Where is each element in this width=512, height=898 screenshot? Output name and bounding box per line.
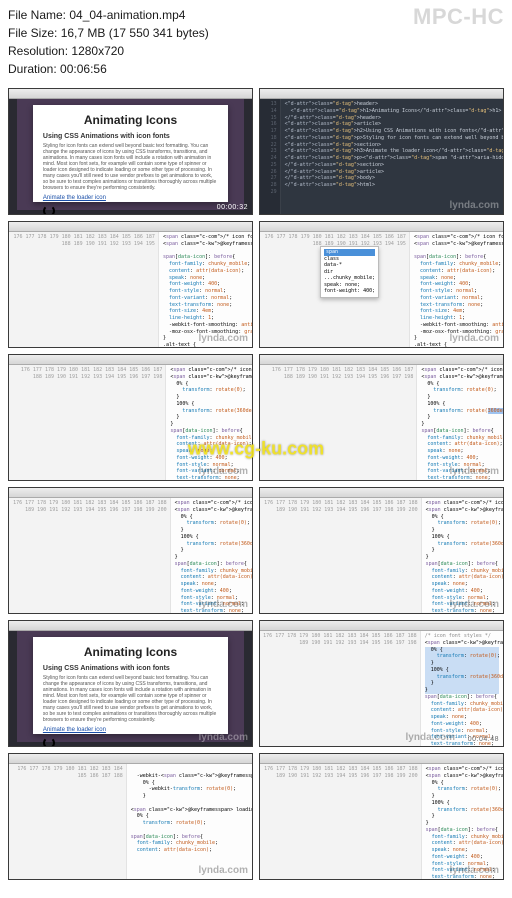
thumb-12[interactable]: 176 177 178 179 180 181 182 183 184 185 … [259,753,504,880]
window-chrome [9,754,252,764]
thumb-3[interactable]: 176 177 178 179 180 181 182 183 184 185 … [8,221,253,348]
brand-watermark: lynda.com [450,200,499,211]
gutter: 176 177 178 179 180 181 182 183 184 185 … [260,764,422,879]
code-editor: 176 177 178 179 180 181 182 183 184 185 … [260,365,503,480]
code-editor: 13 14 15 16 17 18 22 23 24 25 26 27 28 2… [260,99,503,214]
doc-body: Styling for icon fonts can extend well b… [43,675,218,723]
thumb-9[interactable]: Animating Icons Using CSS Animations wit… [8,620,253,747]
brand-watermark: lynda.com [450,599,499,610]
thumb-8[interactable]: 176 177 178 179 180 181 182 183 184 185 … [259,487,504,614]
brand-watermark: lynda.com [406,732,455,743]
code-editor: 176 177 178 179 180 181 182 183 184 185 … [260,764,503,879]
thumb-1[interactable]: Animating Icons Using CSS Animations wit… [8,88,253,215]
timecode: 00:00:32 [217,204,248,211]
file-size-value: 16,7 MB (17 550 341 bytes) [61,26,209,40]
doc-title: Animating Icons [43,645,218,659]
code-editor: 176 177 178 179 180 181 182 183 184 185 … [260,631,503,746]
gutter: 176 177 178 179 180 181 182 183 184 185 … [9,365,166,480]
window-chrome [9,355,252,365]
doc-link[interactable]: Animate the loader icon [43,195,218,201]
window-chrome [260,754,503,764]
window-chrome [260,488,503,498]
gutter: 13 14 15 16 17 18 22 23 24 25 26 27 28 2… [260,99,281,214]
doc-subtitle: Using CSS Animations with icon fonts [43,133,218,140]
window-chrome [9,621,252,631]
code-editor: 176 177 178 179 180 181 182 183 184 185 … [9,365,252,480]
player-badge: MPC-HC [413,4,504,30]
thumb-11[interactable]: 176 177 178 179 180 181 182 183 184 185 … [8,753,253,880]
loader-icon [43,737,55,747]
doc-link[interactable]: Animate the loader icon [43,727,218,733]
brand-watermark: lynda.com [199,333,248,344]
browser-viewport: Animating Icons Using CSS Animations wit… [17,631,244,742]
code-editor: 176 177 178 179 180 181 182 183 184 185 … [9,764,252,879]
brand-watermark: lynda.com [199,466,248,477]
window-chrome [260,222,503,232]
file-name-label: File Name: [8,8,66,22]
thumb-6[interactable]: 176 177 178 179 180 181 182 183 184 185 … [259,354,504,481]
file-size-label: File Size: [8,26,57,40]
duration-label: Duration: [8,62,57,76]
window-chrome [260,355,503,365]
window-chrome [260,89,503,99]
code-pane: <span class="c-com">/* icon font styles … [410,232,503,347]
thumbnail-grid: Animating Icons Using CSS Animations wit… [0,82,512,888]
thumb-7[interactable]: 176 177 178 179 180 181 182 183 184 185 … [8,487,253,614]
code-editor: 176 177 178 179 180 181 182 183 184 185 … [260,232,503,347]
duration-value: 00:06:56 [60,62,107,76]
window-chrome [9,89,252,99]
code-pane: <span class="c-com">/* icon font styles … [422,498,503,613]
loader-icon [43,205,55,215]
browser-viewport: Animating Icons Using CSS Animations wit… [17,99,244,210]
code-editor: 176 177 178 179 180 181 182 183 184 185 … [9,498,252,613]
code-pane: <span class="c-com">/* icon font styles … [166,365,252,480]
file-name-value: 04_04-animation.mp4 [69,8,185,22]
code-pane: -webkit-<span class="c-kw">@keyframesspa… [127,764,252,879]
page-content: Animating Icons Using CSS Animations wit… [33,105,228,202]
gutter: 176 177 178 179 180 181 182 183 184 185 … [9,232,159,347]
doc-body: Styling for icon fonts can extend well b… [43,143,218,191]
gutter: 176 177 178 179 180 181 182 183 184 185 … [260,631,421,746]
code-pane: /* icon font styles */ <span class="c-kw… [421,631,503,746]
timecode: 00:04:48 [468,736,499,743]
gutter: 176 177 178 179 180 181 182 183 184 185 … [9,498,171,613]
gutter: 176 177 178 179 180 181 182 183 184 185 … [9,764,127,879]
thumb-4[interactable]: 176 177 178 179 180 181 182 183 184 185 … [259,221,504,348]
code-editor: 176 177 178 179 180 181 182 183 184 185 … [9,232,252,347]
code-pane: <span class="c-com">/* icon font styles … [417,365,503,480]
code-editor: 176 177 178 179 180 181 182 183 184 185 … [260,498,503,613]
gutter: 176 177 178 179 180 181 182 183 184 185 … [260,498,422,613]
window-chrome [9,488,252,498]
brand-watermark: lynda.com [450,865,499,876]
autocomplete-popup[interactable]: span class data-* dir ...chunky_mobile; … [320,246,379,298]
code-pane: <span class="c-com">/* icon font styles … [159,232,252,347]
window-chrome [260,621,503,631]
brand-watermark: lynda.com [450,333,499,344]
code-pane: <"d-attr">class="d-tag">header> <"d-attr… [281,99,503,214]
doc-title: Animating Icons [43,113,218,127]
code-pane: <span class="c-com">/* icon font styles … [171,498,252,613]
brand-watermark: lynda.com [199,865,248,876]
window-chrome [9,222,252,232]
gutter: 176 177 178 179 180 181 182 183 184 185 … [260,365,417,480]
brand-watermark: lynda.com [199,732,248,743]
code-pane: <span class="c-com">/* icon font styles … [422,764,503,879]
resolution-value: 1280x720 [71,44,124,58]
resolution-label: Resolution: [8,44,68,58]
page-content: Animating Icons Using CSS Animations wit… [33,637,228,734]
brand-watermark: lynda.com [450,466,499,477]
thumb-10[interactable]: 176 177 178 179 180 181 182 183 184 185 … [259,620,504,747]
thumb-5[interactable]: 176 177 178 179 180 181 182 183 184 185 … [8,354,253,481]
brand-watermark: lynda.com [199,599,248,610]
thumb-2[interactable]: 13 14 15 16 17 18 22 23 24 25 26 27 28 2… [259,88,504,215]
doc-subtitle: Using CSS Animations with icon fonts [43,665,218,672]
